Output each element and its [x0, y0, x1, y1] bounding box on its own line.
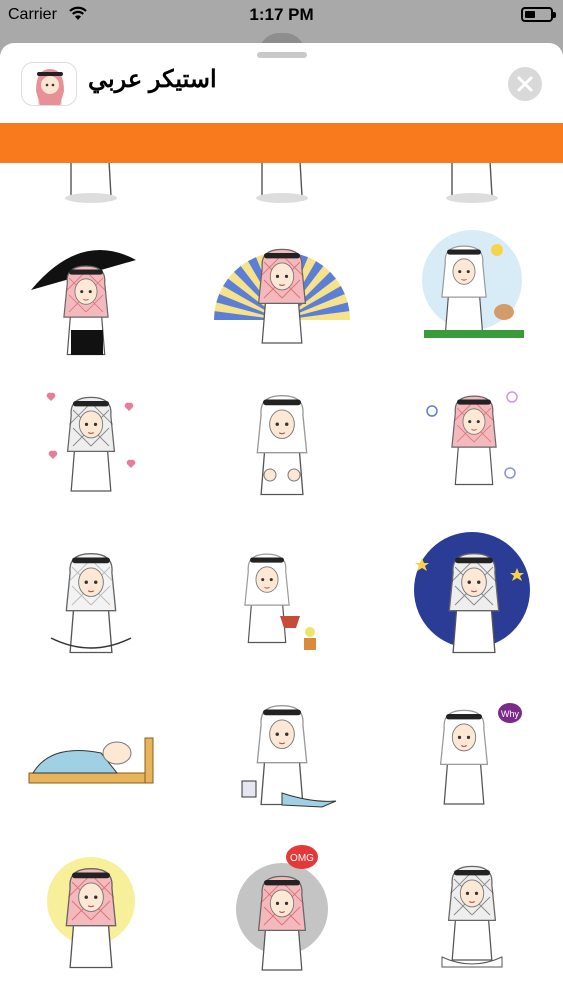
orange-banner: [0, 123, 563, 163]
sticker-thumbs-up[interactable]: [212, 373, 352, 513]
sticker-spirals[interactable]: [402, 373, 542, 513]
sticker-bed[interactable]: [21, 683, 161, 823]
close-icon: [517, 76, 533, 92]
sticker-sunny-cat[interactable]: [402, 220, 542, 360]
sticker-sad[interactable]: [212, 683, 352, 823]
sticker-walking[interactable]: [212, 163, 352, 206]
sticker-tired[interactable]: [21, 528, 161, 668]
sticker-watering[interactable]: [212, 528, 352, 668]
battery-icon: [521, 7, 556, 22]
sticker-grid: Why OMG: [0, 163, 563, 1000]
sticker-app-icon: [21, 62, 77, 106]
sticker-soccer[interactable]: [402, 163, 542, 206]
sticker-sunburst[interactable]: [212, 220, 352, 360]
clock: 1:17 PM: [249, 5, 314, 24]
svg-text:Why: Why: [501, 709, 520, 719]
sticker-hearts[interactable]: [21, 373, 161, 513]
status-bar: Carrier 1:17 PM: [0, 0, 563, 30]
sheet-title: استيكر عربي: [88, 66, 217, 93]
sticker-umbrella[interactable]: [21, 220, 161, 360]
sticker-praying[interactable]: [21, 839, 161, 979]
svg-text:OMG: OMG: [290, 853, 314, 864]
close-button[interactable]: [508, 67, 542, 101]
sticker-sheet: استيكر عربي Why OMG: [0, 43, 563, 1000]
sticker-standing[interactable]: [21, 163, 161, 206]
sticker-sitting[interactable]: [402, 839, 542, 979]
sticker-night-stars[interactable]: [402, 528, 542, 668]
sheet-header: استيكر عربي: [0, 43, 563, 123]
sticker-omg[interactable]: OMG: [212, 839, 352, 979]
sticker-why[interactable]: Why: [402, 683, 542, 823]
